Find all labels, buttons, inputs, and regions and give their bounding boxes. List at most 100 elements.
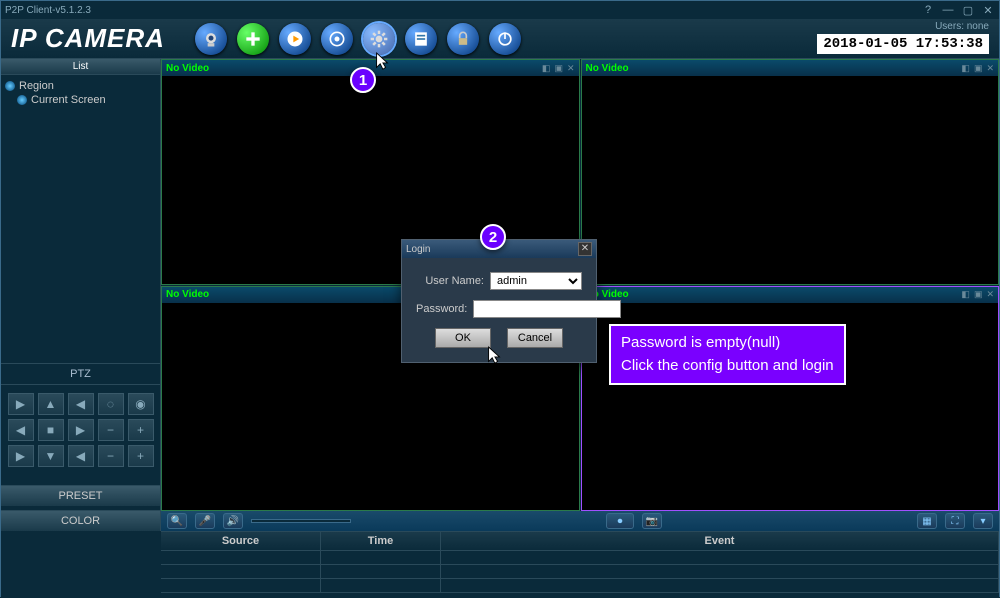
color-button[interactable]: COLOR [1, 510, 160, 531]
maximize-icon[interactable]: ▢ [961, 3, 975, 17]
play-icon [285, 29, 305, 49]
device-tree: Region Current Screen [1, 75, 160, 363]
power-icon [495, 29, 515, 49]
ok-button[interactable]: OK [435, 328, 491, 348]
app-title: P2P Client-v5.1.2.3 [5, 5, 91, 16]
ptz-zoom-wide[interactable]: ◌ [98, 393, 124, 415]
preset-button[interactable]: PRESET [1, 485, 160, 506]
speaker-button[interactable]: 🔊 [223, 513, 243, 529]
pane-ctrl-icon[interactable]: ▣ [554, 63, 563, 74]
event-table: Source Time Event [161, 531, 999, 598]
table-row [161, 565, 999, 579]
ptz-down[interactable]: ▼ [38, 445, 64, 467]
ptz-up-right[interactable]: ◀ [68, 393, 94, 415]
cancel-button[interactable]: Cancel [507, 328, 563, 348]
ptz-zoom-tele[interactable]: ◉ [128, 393, 154, 415]
col-time: Time [321, 532, 441, 551]
ptz-panel: PTZ ▶ ▲ ◀ ◌ ◉ ◀ ■ ▶ − + ▶ ▼ ◀ − + [1, 363, 160, 481]
pane-ctrl-icon[interactable]: ◧ [961, 63, 970, 74]
password-label: Password: [416, 303, 467, 315]
snapshot-button[interactable]: 📷 [642, 513, 662, 529]
table-header: Source Time Event [161, 532, 999, 551]
lock-button[interactable] [447, 23, 479, 55]
layout-button[interactable]: ▦ [917, 513, 937, 529]
col-event: Event [441, 532, 999, 551]
main-toolbar [195, 23, 521, 55]
user-info: Users: none 2018-01-05 17:53:38 [817, 21, 989, 54]
dialog-close-icon[interactable]: ✕ [578, 242, 592, 256]
header: IP CAMERA Users: none 2018-01-05 17:53:3… [1, 19, 999, 59]
playback-button[interactable] [279, 23, 311, 55]
window-controls: ? — ▢ ✕ [921, 3, 995, 17]
pane-ctrl-icon[interactable]: ✕ [986, 63, 994, 74]
help-icon[interactable]: ? [921, 3, 935, 17]
video-pane-2[interactable]: No Video ◧▣✕ [581, 59, 1000, 285]
password-input[interactable] [473, 300, 621, 318]
ptz-iris-close[interactable]: − [98, 445, 124, 467]
volume-slider[interactable] [251, 519, 351, 523]
camera-icon [201, 29, 221, 49]
record-button[interactable]: ⏺ [606, 513, 634, 529]
settings-button[interactable] [363, 23, 395, 55]
annotation-marker-2: 2 [480, 224, 506, 250]
username-select[interactable]: admin [490, 272, 582, 290]
table-row [161, 551, 999, 565]
sidebar: List Region Current Screen PTZ ▶ ▲ ◀ ◌ ◉… [1, 59, 161, 531]
bottom-area: Source Time Event [1, 531, 999, 598]
ptz-right[interactable]: ▶ [68, 419, 94, 441]
users-label: Users: none [935, 21, 989, 32]
minimize-icon[interactable]: — [941, 3, 955, 17]
pane-ctrl-icon[interactable]: ◧ [961, 289, 970, 300]
ptz-focus-near[interactable]: − [98, 419, 124, 441]
zoom-button[interactable]: 🔍 [167, 513, 187, 529]
clock: 2018-01-05 17:53:38 [817, 34, 989, 54]
close-icon[interactable]: ✕ [981, 3, 995, 17]
pane-ctrl-icon[interactable]: ◧ [542, 63, 551, 74]
add-button[interactable] [237, 23, 269, 55]
pane-label: No Video [166, 63, 209, 74]
camera-button[interactable] [195, 23, 227, 55]
ptz-auto[interactable]: ■ [38, 419, 64, 441]
lock-icon [453, 29, 473, 49]
fullscreen-button[interactable]: ⛶ [945, 513, 965, 529]
power-button[interactable] [489, 23, 521, 55]
video-pane-4[interactable]: No Video ◧▣✕ [581, 286, 1000, 512]
pane-ctrl-icon[interactable]: ✕ [567, 63, 575, 74]
table-body [161, 551, 999, 593]
log-icon [411, 29, 431, 49]
pane-ctrl-icon[interactable]: ▣ [974, 63, 983, 74]
tree-label: Current Screen [31, 94, 106, 106]
log-button[interactable] [405, 23, 437, 55]
tree-node-current-screen[interactable]: Current Screen [17, 93, 156, 107]
ptz-up[interactable]: ▲ [38, 393, 64, 415]
ptz-down-right[interactable]: ◀ [68, 445, 94, 467]
viewer-toolbar: 🔍 🎤 🔊 ⏺ 📷 ▦ ⛶ ▾ [161, 511, 999, 531]
ptz-header: PTZ [1, 363, 160, 385]
ptz-focus-far[interactable]: + [128, 419, 154, 441]
dialog-title: Login [406, 244, 430, 255]
ptz-down-left[interactable]: ▶ [8, 445, 34, 467]
gear-icon [369, 29, 389, 49]
node-icon [5, 81, 15, 91]
note-line: Click the config button and login [621, 355, 834, 378]
ptz-grid: ▶ ▲ ◀ ◌ ◉ ◀ ■ ▶ − + ▶ ▼ ◀ − + [1, 385, 160, 475]
annotation-marker-1: 1 [350, 67, 376, 93]
pane-ctrl-icon[interactable]: ✕ [986, 289, 994, 300]
ptz-left[interactable]: ◀ [8, 419, 34, 441]
col-source: Source [161, 532, 321, 551]
target-button[interactable] [321, 23, 353, 55]
dropdown-button[interactable]: ▾ [973, 513, 993, 529]
mic-button[interactable]: 🎤 [195, 513, 215, 529]
pane-label: No Video [586, 63, 629, 74]
tree-node-region[interactable]: Region [5, 79, 156, 93]
target-icon [327, 29, 347, 49]
pane-label: No Video [166, 289, 209, 300]
ptz-iris-open[interactable]: + [128, 445, 154, 467]
note-line: Password is empty(null) [621, 332, 834, 355]
pane-ctrl-icon[interactable]: ▣ [974, 289, 983, 300]
ptz-up-left[interactable]: ▶ [8, 393, 34, 415]
login-dialog: Login ✕ User Name: admin Password: OK Ca… [401, 239, 597, 363]
plus-icon [243, 29, 263, 49]
titlebar: P2P Client-v5.1.2.3 ? — ▢ ✕ [1, 1, 999, 19]
table-row [161, 579, 999, 593]
